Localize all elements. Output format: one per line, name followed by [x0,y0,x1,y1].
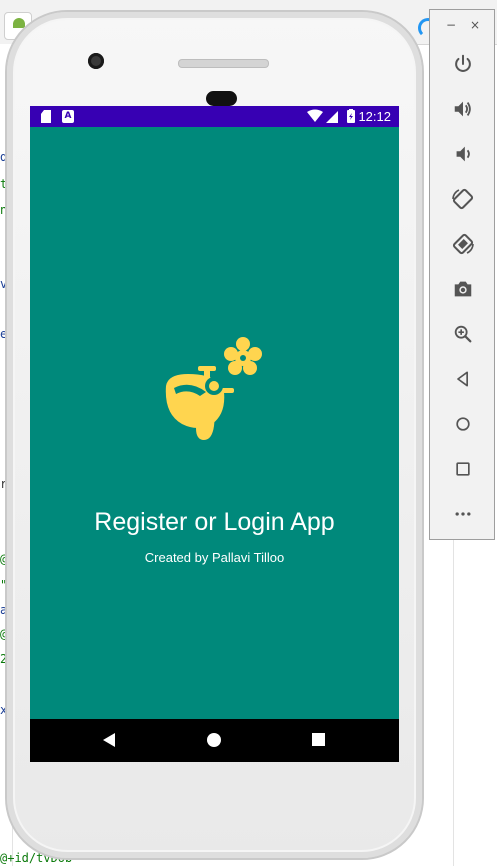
rotate-right-button[interactable] [449,230,477,258]
nav-recents-icon[interactable] [312,733,325,746]
rotate-right-icon [452,233,474,255]
power-button[interactable] [449,50,477,78]
overview-icon [456,462,470,476]
rotate-left-icon [452,188,474,210]
nav-back-icon[interactable] [103,733,115,747]
back-button[interactable] [449,365,477,393]
status-time: 12:12 [358,109,391,124]
back-icon [457,371,468,387]
ide-side-panel [453,540,497,866]
close-button[interactable]: × [468,18,482,32]
volume-up-icon [454,101,471,117]
navigation-bar [30,719,399,762]
notification-icon: A [62,110,74,123]
more-icon [455,512,471,516]
zoom-icon [454,325,472,343]
volume-up-button[interactable] [449,95,477,123]
screenshot-button[interactable] [449,275,477,303]
nav-home-icon[interactable] [207,733,221,747]
more-button[interactable] [449,500,477,528]
zoom-button[interactable] [449,320,477,348]
minimize-button[interactable]: − [444,18,458,32]
proximity-sensor [206,91,237,106]
overview-button[interactable] [449,455,477,483]
device-screen[interactable]: A 12:12 Register or Login App Created by… [30,106,399,762]
emulator-toolbar: − × [429,9,495,540]
volume-down-icon [456,146,470,162]
sd-card-icon [41,110,51,123]
emulator-screenshot: d. t" nt ve ex ry @i "p ar @+ 2" xt @+id… [0,0,497,866]
home-button[interactable] [449,410,477,438]
app-title: Register or Login App [94,508,335,536]
power-icon [455,54,471,72]
app-logo-icon [165,337,262,440]
rotate-left-button[interactable] [449,185,477,213]
wifi-icon [307,109,323,122]
camera-icon [454,281,472,297]
front-camera [88,53,104,69]
status-bar: A 12:12 [30,106,399,127]
cell-signal-icon [326,111,338,123]
app-credit: Created by Pallavi Tilloo [144,550,285,565]
home-icon [456,417,470,431]
earpiece-speaker [178,59,269,68]
signal-status-icons [307,109,355,123]
volume-down-button[interactable] [449,140,477,168]
